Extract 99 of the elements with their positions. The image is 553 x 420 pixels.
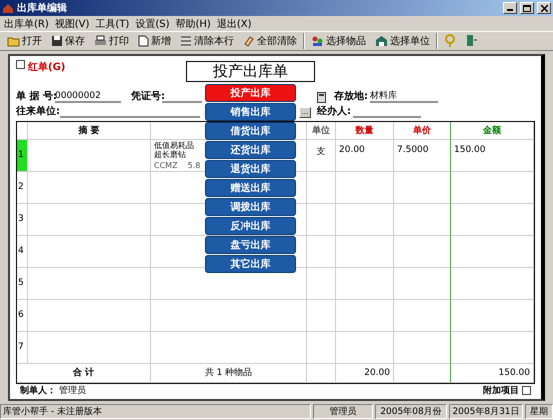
total-cell: 20.00: [336, 364, 394, 383]
menu-item[interactable]: 工具(T): [95, 16, 130, 31]
table-cell: [394, 204, 451, 236]
maximize-icon: [523, 4, 531, 12]
menu-option[interactable]: 借货出库: [205, 122, 296, 140]
toolbar-button[interactable]: 全部清除: [240, 32, 300, 50]
column-header: 单位: [307, 122, 336, 140]
total-cell: [307, 364, 336, 383]
table-cell: [336, 268, 394, 300]
field-label: 往来单位:: [16, 104, 60, 118]
row-number[interactable]: 3: [17, 204, 28, 236]
column-header: 单价: [394, 122, 451, 140]
total-cell: 共 1 种物品: [151, 364, 307, 383]
maker-label: 制单人：: [20, 384, 56, 397]
house-icon: [2, 2, 14, 14]
table-cell: [394, 172, 451, 204]
minimize-button[interactable]: [503, 2, 517, 14]
printer-icon: [94, 34, 107, 47]
document-icon: [138, 34, 149, 47]
menu-item[interactable]: 视图(V): [54, 16, 90, 31]
rows-icon: [180, 34, 192, 47]
table-cell: [307, 332, 336, 364]
field-label: 单 据 号:: [16, 90, 55, 103]
folder-icon: [7, 34, 20, 47]
status-pane: 库管小帮手 - 未注册版本: [0, 404, 311, 419]
table-cell: [336, 300, 394, 332]
column-header: 金额: [451, 122, 534, 140]
building-icon: [375, 34, 388, 47]
toolbar-button[interactable]: 选择单位: [372, 32, 433, 50]
table-cell: 支: [307, 140, 336, 172]
menu-option[interactable]: 还货出库: [205, 141, 296, 159]
field-label: 经办人:: [317, 104, 352, 118]
toolbar-button[interactable]: 打开: [4, 32, 45, 50]
status-pane: 星期: [525, 404, 553, 419]
menu-option[interactable]: 其它出库: [205, 255, 296, 273]
field-label: 凭证号:: [131, 90, 162, 103]
people-icon: [311, 34, 324, 47]
field-label: 存放地:: [334, 90, 369, 103]
table-cell: [307, 204, 336, 236]
eraser-icon: [243, 34, 255, 47]
menu-option[interactable]: 赠送出库: [205, 179, 296, 197]
table-cell: [394, 268, 451, 300]
table-cell: [394, 236, 451, 268]
status-pane: 2005年08月份: [375, 404, 447, 419]
checkbox-label: 附加项目: [483, 384, 519, 397]
row-number[interactable]: 4: [17, 236, 28, 268]
toolbar-button[interactable]: 清除本行: [177, 32, 237, 50]
table-cell: [336, 236, 394, 268]
status-pane: 管理员: [313, 404, 373, 419]
checkbox[interactable]: [16, 60, 25, 69]
maximize-button[interactable]: [520, 2, 534, 14]
menu-item[interactable]: 退出(X): [216, 16, 252, 31]
menu-item[interactable]: 出库单(R): [4, 16, 49, 31]
table-cell: [307, 236, 336, 268]
close-button[interactable]: [537, 2, 551, 14]
calculator-icon[interactable]: [317, 92, 328, 103]
table-cell: [394, 300, 451, 332]
menu-option[interactable]: 调拨出库: [205, 198, 296, 216]
toolbar-button[interactable]: 保存: [48, 32, 88, 50]
toolbar-button[interactable]: 打印: [91, 32, 132, 50]
total-label: 合 计: [17, 364, 151, 383]
total-cell: [394, 364, 451, 383]
table-cell: [307, 300, 336, 332]
menu-option[interactable]: 反冲出库: [205, 217, 296, 235]
menu-option[interactable]: 退货出库: [205, 160, 296, 178]
input-field[interactable]: 材料库: [370, 90, 438, 103]
table-cell: [394, 332, 451, 364]
table-cell: [336, 172, 394, 204]
menu-option[interactable]: 盘亏出库: [205, 236, 296, 254]
row-number[interactable]: 6: [17, 300, 28, 332]
input-field[interactable]: 00000002: [55, 90, 121, 103]
popup-title: 投产出库单: [186, 61, 315, 82]
table-cell: 20.00: [336, 140, 394, 172]
table-cell: [307, 172, 336, 204]
toolbar-button[interactable]: 新增: [135, 32, 174, 50]
checkbox-label: 红单(G): [28, 60, 66, 74]
checkbox[interactable]: [522, 386, 531, 395]
total-cell: 150.00: [451, 364, 534, 383]
table-cell: [336, 332, 394, 364]
table-cell: [307, 268, 336, 300]
status-pane: 2005年8月31日: [449, 404, 523, 419]
table-cell: 150.00: [451, 140, 534, 172]
menu-option[interactable]: 销售出库: [205, 103, 296, 121]
maker-name: 管理员: [59, 384, 86, 397]
menu-item[interactable]: 帮助(H): [176, 16, 211, 31]
menu-option[interactable]: 投产出库: [205, 84, 296, 102]
window-title: 出库单编辑: [17, 1, 68, 16]
column-header: 摘 要: [28, 122, 151, 140]
table-cell: [336, 204, 394, 236]
row-number[interactable]: 5: [17, 268, 28, 300]
toolbar-button[interactable]: 选择物品: [308, 32, 369, 50]
table-cell: 7.5000: [394, 140, 451, 172]
menu-item[interactable]: 设置(S): [135, 16, 170, 31]
column-header: 数量: [336, 122, 394, 140]
row-number[interactable]: 2: [17, 172, 28, 204]
close-icon: [540, 4, 548, 12]
row-number[interactable]: 1: [17, 140, 28, 172]
exit-door-icon: [465, 34, 477, 48]
row-number[interactable]: 7: [17, 332, 28, 364]
